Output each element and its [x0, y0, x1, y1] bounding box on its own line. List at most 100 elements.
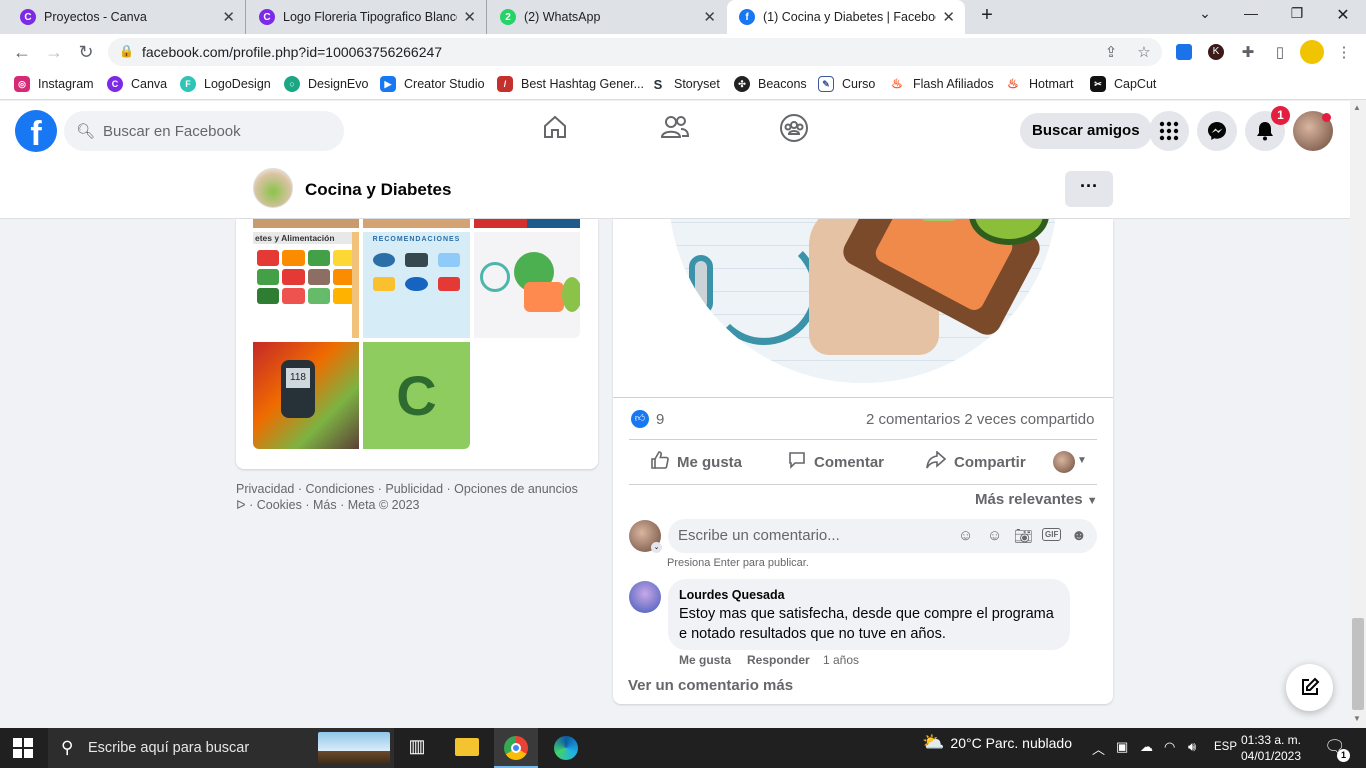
messenger-icon[interactable] — [1197, 111, 1237, 151]
post-as-avatar[interactable] — [1053, 451, 1075, 473]
groups-icon[interactable] — [774, 113, 814, 149]
bookmark-hashtag[interactable]: / Best Hashtag Gener... — [497, 76, 644, 92]
bookmark-storyset[interactable]: S Storyset — [650, 76, 720, 92]
show-hidden-icons[interactable]: ︿ — [1092, 739, 1105, 758]
photo-thumb[interactable] — [474, 219, 580, 228]
footer-links[interactable]: Privacidad · Condiciones · Publicidad · … — [236, 481, 596, 497]
photo-thumb[interactable] — [363, 219, 470, 228]
taskbar-search[interactable]: ⚲ Escribe aquí para buscar — [48, 728, 394, 768]
photo-thumb[interactable] — [352, 232, 359, 338]
like-button[interactable]: Me gusta — [651, 450, 742, 474]
menu-grid-icon[interactable] — [1149, 111, 1189, 151]
close-icon[interactable]: ✕ — [222, 8, 235, 26]
extension-k-icon[interactable]: K — [1208, 44, 1224, 60]
photo-glucometer[interactable]: 118 — [253, 342, 359, 449]
scrollbar-thumb[interactable] — [1352, 618, 1364, 710]
emoji-icon[interactable]: ☺ — [987, 527, 1002, 544]
onedrive-icon[interactable]: ☁ — [1140, 739, 1153, 755]
gif-icon[interactable]: GIF — [1042, 528, 1062, 541]
edge-icon[interactable] — [554, 736, 578, 760]
bookmark-star-icon[interactable]: ☆ — [1134, 43, 1154, 61]
taskbar-clock[interactable]: 01:33 a. m. 04/01/2023 — [1238, 732, 1304, 764]
avatar-sticker-icon[interactable]: ☺ — [958, 527, 973, 544]
maximize-button[interactable]: ❐ — [1282, 5, 1312, 22]
bookmark-capcut[interactable]: ✂ CapCut — [1090, 76, 1156, 92]
bookmark-flash-afiliados[interactable]: ♨ Flash Afiliados — [889, 76, 994, 92]
commenter-name[interactable]: Lourdes Quesada — [679, 588, 785, 602]
camera-icon[interactable]: 📷︎ — [1014, 527, 1033, 545]
view-more-comments-link[interactable]: Ver un comentario más — [628, 677, 793, 694]
bookmark-canva[interactable]: C Canva — [107, 76, 167, 92]
scroll-up-arrow[interactable]: ▲ — [1353, 103, 1361, 112]
language-indicator[interactable]: ESP — [1214, 741, 1237, 753]
bookmark-designevo[interactable]: ○ DesignEvo — [284, 76, 368, 92]
page-avatar[interactable] — [253, 168, 293, 208]
photo-thumb[interactable] — [253, 219, 359, 228]
bookmark-logodesign[interactable]: F LogoDesign — [180, 76, 271, 92]
share-icon[interactable]: ⇪ — [1101, 43, 1121, 61]
new-tab-button[interactable]: + — [972, 4, 1002, 27]
wifi-icon[interactable]: ◠ — [1164, 739, 1175, 755]
extension-icon[interactable] — [1176, 44, 1192, 60]
comment-sort-dropdown[interactable]: Más relevantes ▼ — [975, 491, 1098, 508]
task-view-icon[interactable]: ▥ — [404, 736, 430, 760]
find-friends-button[interactable]: Buscar amigos — [1020, 113, 1152, 149]
comment-button[interactable]: Comentar — [788, 450, 884, 474]
tab-facebook[interactable]: f (1) Cocina y Diabetes | Facebook ✕ — [727, 0, 965, 34]
meet-now-icon[interactable]: ▣ — [1116, 739, 1128, 755]
back-icon[interactable]: ← — [11, 42, 33, 63]
home-icon[interactable] — [535, 113, 575, 149]
facebook-logo[interactable]: f — [15, 110, 57, 152]
tab-logo-floreria[interactable]: C Logo Floreria Tipografico Blanco ✕ — [247, 0, 487, 34]
reload-icon[interactable]: ↻ — [75, 42, 97, 63]
page-title[interactable]: Cocina y Diabetes — [305, 180, 451, 200]
comment-like-link[interactable]: Me gusta — [679, 653, 731, 667]
caret-down-icon[interactable]: ▼ — [1077, 455, 1087, 466]
bookmark-instagram[interactable]: ◎ Instagram — [14, 76, 94, 92]
photo-recomendaciones[interactable]: RECOMENDACIONES — [363, 232, 470, 338]
share-button[interactable]: Compartir — [926, 449, 1026, 474]
tab-whatsapp[interactable]: 2 (2) WhatsApp ✕ — [488, 0, 726, 34]
close-icon[interactable]: ✕ — [942, 8, 955, 26]
photo-stethoscope-vegetables[interactable] — [474, 232, 580, 338]
side-panel-icon[interactable]: ▯ — [1270, 43, 1290, 61]
bookmark-hotmart[interactable]: ♨ Hotmart — [1005, 76, 1073, 92]
friends-icon[interactable] — [655, 113, 695, 149]
comment-timestamp[interactable]: 1 años — [823, 653, 859, 667]
profile-avatar[interactable] — [1300, 40, 1324, 64]
puzzle-icon[interactable]: ✚ — [1238, 43, 1258, 61]
facebook-search[interactable]: 🔍︎ Buscar en Facebook — [64, 111, 344, 151]
windows-start-icon[interactable] — [13, 738, 33, 758]
tab-canva-projects[interactable]: C Proyectos - Canva ✕ — [8, 0, 246, 34]
photo-diabetes-alimentacion[interactable]: etes y Alimentación — [253, 232, 359, 338]
close-icon[interactable]: ✕ — [463, 8, 476, 26]
photo-letter-tile[interactable]: C — [363, 342, 470, 449]
close-icon[interactable]: ✕ — [703, 8, 716, 26]
chrome-taskbar-button[interactable] — [494, 728, 538, 768]
comment-reply-link[interactable]: Responder — [747, 653, 810, 667]
bookmark-curso[interactable]: ✎ Curso — [818, 76, 875, 92]
lock-icon[interactable]: 🔒 — [119, 44, 134, 58]
bookmark-creator-studio[interactable]: ▶ Creator Studio — [380, 76, 485, 92]
close-window-button[interactable]: ✕ — [1328, 5, 1358, 25]
volume-icon[interactable]: 🔊︎ — [1188, 739, 1196, 755]
minimize-button[interactable]: — — [1236, 5, 1266, 21]
post-stats[interactable]: 2 comentarios 2 veces compartido — [866, 411, 1094, 428]
ad-choices-icon[interactable]: ᐅ — [236, 498, 249, 512]
forward-icon[interactable]: → — [43, 42, 65, 63]
more-options-button[interactable]: ··· — [1065, 171, 1113, 207]
scroll-down-arrow[interactable]: ▼ — [1353, 714, 1361, 723]
sticker-icon[interactable]: ☻ — [1071, 527, 1087, 544]
chevron-down-icon[interactable]: ⌄ — [651, 542, 662, 553]
footer-links-2[interactable]: · Cookies · Más · Meta © 2023 — [249, 498, 419, 512]
new-message-button[interactable] — [1286, 664, 1333, 711]
post-image[interactable] — [613, 219, 1113, 397]
file-explorer-icon[interactable] — [455, 738, 479, 756]
like-count[interactable]: 9 — [656, 411, 664, 428]
like-reaction-icon[interactable]: 👍︎ — [631, 410, 649, 428]
menu-icon[interactable]: ⋮ — [1334, 43, 1354, 61]
url-text[interactable]: facebook.com/profile.php?id=100063756266… — [142, 44, 442, 60]
bookmark-beacons[interactable]: ✣ Beacons — [734, 76, 807, 92]
weather-widget[interactable]: ⛅ 20°C Parc. nublado — [922, 732, 1072, 753]
commenter-avatar[interactable] — [629, 581, 661, 613]
